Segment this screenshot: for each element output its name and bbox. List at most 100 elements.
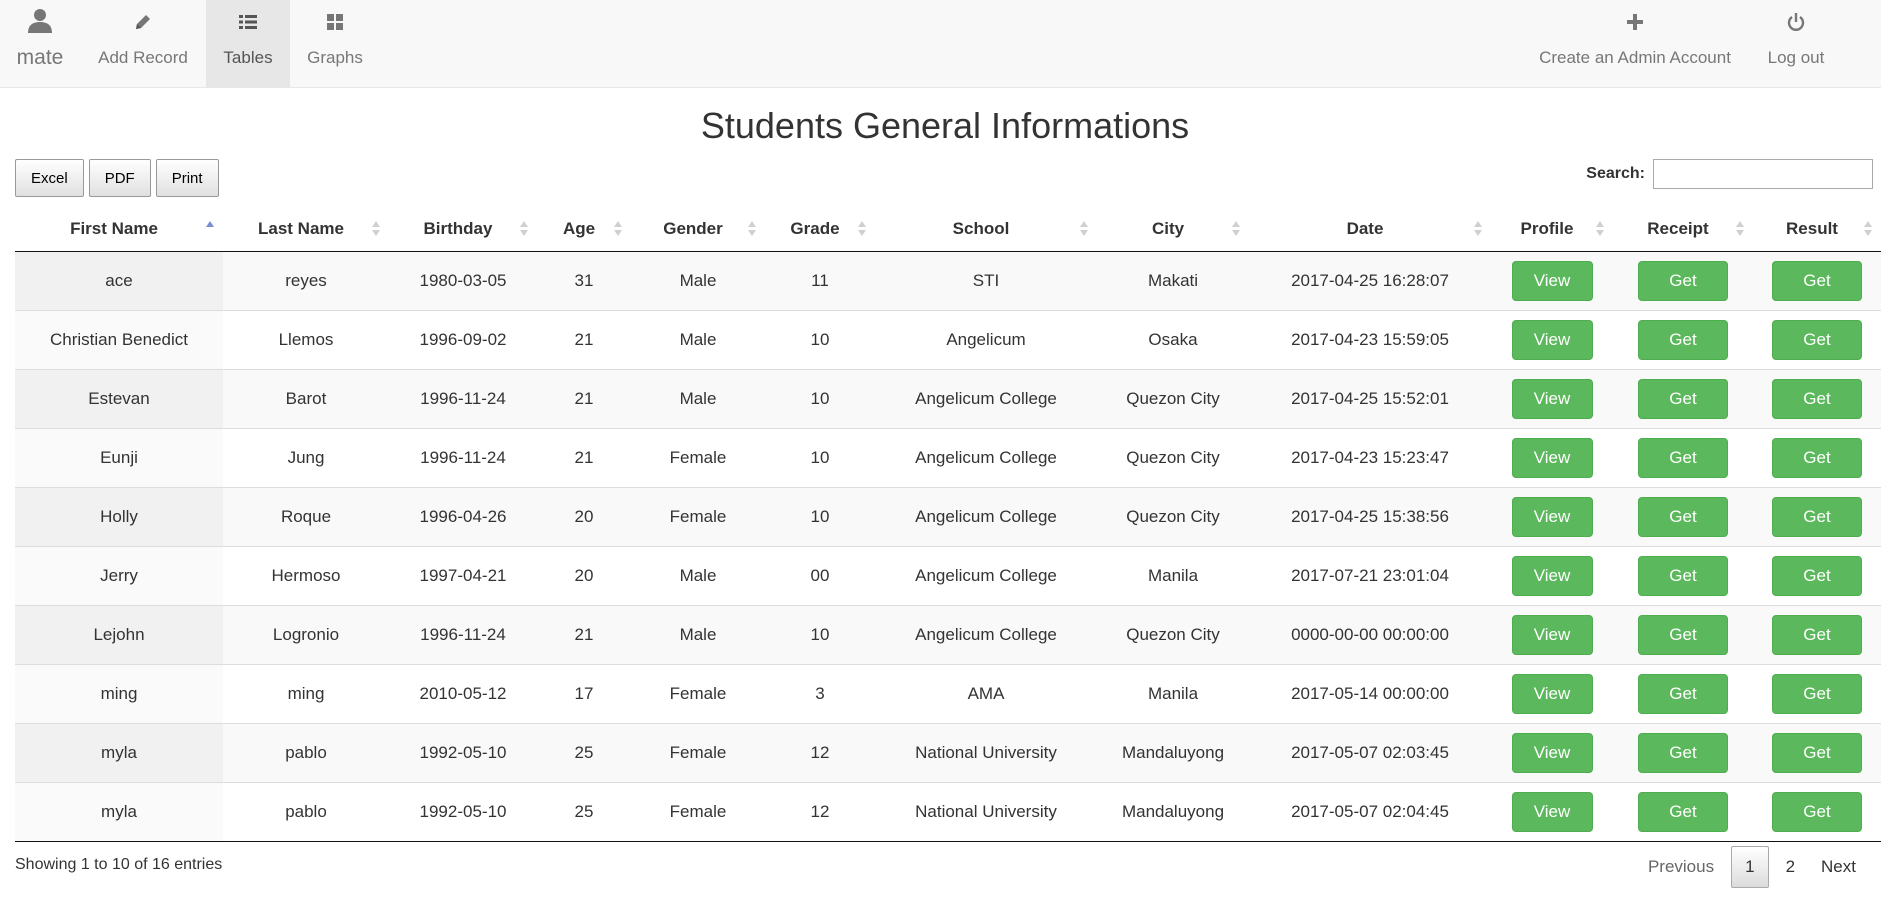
nav-graphs[interactable]: Graphs — [302, 0, 368, 87]
table-cell: 1996-04-26 — [389, 486, 537, 546]
get-receipt-button[interactable]: Get — [1638, 260, 1728, 301]
table-cell: View — [1491, 368, 1613, 428]
column-header[interactable]: Gender — [631, 207, 765, 252]
sort-arrows-icon — [519, 220, 529, 238]
get-result-button[interactable]: Get — [1772, 378, 1862, 419]
pagination-page-2[interactable]: 2 — [1773, 846, 1808, 888]
brand[interactable]: mate — [15, 0, 65, 87]
get-receipt-button[interactable]: Get — [1638, 614, 1728, 655]
view-profile-button[interactable]: View — [1511, 791, 1593, 832]
column-header[interactable]: Date — [1249, 207, 1491, 252]
get-result-button[interactable]: Get — [1772, 260, 1862, 301]
get-result-button[interactable]: Get — [1772, 791, 1862, 832]
table-cell: Female — [631, 722, 765, 782]
column-header-label: Birthday — [423, 218, 493, 238]
table-cell: National University — [875, 781, 1097, 841]
sort-arrows-icon — [1231, 220, 1241, 238]
get-receipt-button[interactable]: Get — [1638, 437, 1728, 478]
table-cell: 3 — [765, 663, 875, 723]
get-receipt-button[interactable]: Get — [1638, 673, 1728, 714]
nav-tables-label: Tables — [223, 48, 273, 67]
table-row: Eunji Jung 1996-11-24 21 Female 10 Angelicum C… — [15, 427, 1881, 487]
sort-arrows-icon — [1473, 220, 1483, 238]
column-header[interactable]: Last Name — [223, 207, 389, 252]
column-header[interactable]: Birthday — [389, 207, 537, 252]
column-header[interactable]: Profile — [1491, 207, 1613, 252]
table-cell: Quezon City — [1097, 427, 1249, 487]
table-cell: 00 — [765, 545, 875, 605]
table-cell: Get — [1613, 722, 1753, 782]
view-profile-button[interactable]: View — [1511, 555, 1593, 596]
get-result-button[interactable]: Get — [1772, 732, 1862, 773]
get-receipt-button[interactable]: Get — [1638, 555, 1728, 596]
table-row: Christian Benedict Llemos 1996-09-02 21 Male… — [15, 309, 1881, 369]
table-cell: Get — [1613, 368, 1753, 428]
get-result-button[interactable]: Get — [1772, 437, 1862, 478]
nav-create-admin[interactable]: Create an Admin Account — [1533, 0, 1737, 87]
column-header[interactable]: First Name — [15, 207, 223, 252]
pagination-page-1[interactable]: 1 — [1731, 846, 1769, 888]
get-result-button[interactable]: Get — [1772, 496, 1862, 537]
table-cell: 1997-04-21 — [389, 545, 537, 605]
table-cell: Get — [1753, 251, 1881, 310]
table-cell: Get — [1613, 781, 1753, 841]
view-profile-button[interactable]: View — [1511, 614, 1593, 655]
column-header-label: Profile — [1520, 218, 1574, 238]
view-profile-button[interactable]: View — [1511, 260, 1593, 301]
table-cell: pablo — [223, 722, 389, 782]
table-cell: 2017-05-07 02:04:45 — [1249, 781, 1491, 841]
table-row: Estevan Barot 1996-11-24 21 Male 10 Angelicum … — [15, 368, 1881, 428]
pagination-previous[interactable]: Previous — [1635, 846, 1727, 888]
table-cell: 2017-05-14 00:00:00 — [1249, 663, 1491, 723]
brand-label: mate — [16, 46, 64, 69]
table-cell: 1996-11-24 — [389, 427, 537, 487]
search-input[interactable] — [1653, 159, 1873, 189]
column-header-label: Last Name — [258, 218, 344, 238]
table-cell: Male — [631, 604, 765, 664]
get-result-button[interactable]: Get — [1772, 673, 1862, 714]
pdf-button[interactable]: PDF — [88, 159, 151, 197]
get-result-button[interactable]: Get — [1772, 614, 1862, 655]
view-profile-button[interactable]: View — [1511, 673, 1593, 714]
column-header[interactable]: Grade — [765, 207, 875, 252]
column-header-label: Receipt — [1647, 218, 1709, 238]
table-cell: Osaka — [1097, 309, 1249, 369]
plus-icon — [1625, 10, 1645, 34]
get-result-button[interactable]: Get — [1772, 555, 1862, 596]
table-cell: ming — [15, 663, 223, 723]
table-cell: Manila — [1097, 545, 1249, 605]
table-cell: Get — [1753, 486, 1881, 546]
column-header[interactable]: Result — [1753, 207, 1881, 252]
sort-arrows-icon — [1735, 220, 1745, 238]
nav-tables[interactable]: Tables — [206, 0, 290, 87]
get-receipt-button[interactable]: Get — [1638, 732, 1728, 773]
column-header[interactable]: Age — [537, 207, 631, 252]
get-result-button[interactable]: Get — [1772, 319, 1862, 360]
sort-arrows-icon — [613, 220, 623, 238]
view-profile-button[interactable]: View — [1511, 319, 1593, 360]
view-profile-button[interactable]: View — [1511, 496, 1593, 537]
print-button[interactable]: Print — [155, 159, 219, 197]
get-receipt-button[interactable]: Get — [1638, 378, 1728, 419]
excel-button[interactable]: Excel — [15, 159, 84, 197]
column-header[interactable]: School — [875, 207, 1097, 252]
table-cell: Makati — [1147, 270, 1199, 290]
table-cell: Barot — [223, 368, 389, 428]
table-cell: Male — [631, 545, 765, 605]
sort-arrows-icon — [371, 220, 381, 238]
view-profile-button[interactable]: View — [1511, 437, 1593, 478]
get-receipt-button[interactable]: Get — [1638, 319, 1728, 360]
get-receipt-button[interactable]: Get — [1638, 791, 1728, 832]
pagination-next[interactable]: Next — [1808, 846, 1869, 888]
view-profile-button[interactable]: View — [1511, 378, 1593, 419]
column-header[interactable]: City — [1097, 207, 1249, 252]
nav-logout[interactable]: Log out — [1755, 0, 1837, 87]
column-header[interactable]: Receipt — [1613, 207, 1753, 252]
nav-add-record[interactable]: Add Record — [84, 0, 202, 87]
table-cell: Llemos — [223, 309, 389, 369]
table-cell: 12 — [765, 722, 875, 782]
list-icon — [238, 10, 258, 34]
view-profile-button[interactable]: View — [1511, 732, 1593, 773]
table-cell: 12 — [765, 781, 875, 841]
get-receipt-button[interactable]: Get — [1638, 496, 1728, 537]
